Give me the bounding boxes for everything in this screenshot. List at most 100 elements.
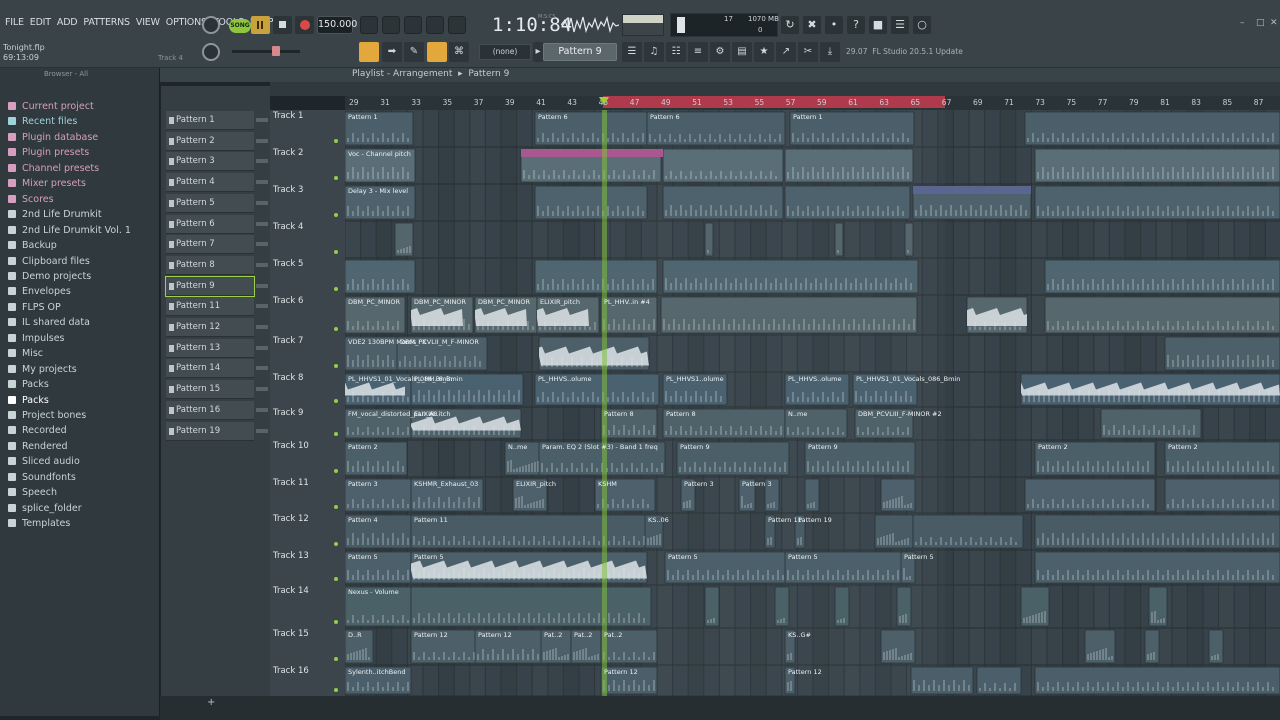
clip-label[interactable]: Voc - Channel pitch — [348, 150, 411, 158]
track-mute-led[interactable] — [334, 688, 338, 692]
picker-pattern-item[interactable]: Pattern 19 — [166, 421, 268, 441]
browser-item[interactable]: Rendered — [8, 441, 68, 452]
refresh-icon[interactable]: ↻ — [781, 16, 799, 34]
clip-label[interactable]: Pattern 3 — [348, 480, 378, 488]
clip-label[interactable]: Pattern 5 — [904, 553, 934, 561]
download-icon[interactable]: ⤓ — [820, 42, 840, 62]
pencil-tool-icon[interactable]: ✎ — [404, 42, 424, 62]
browser-item[interactable]: Recent files — [8, 116, 77, 127]
clip-label[interactable]: PL_HHVS..olume — [538, 375, 592, 383]
stamp-icon[interactable]: ⌘ — [449, 42, 469, 62]
picker-pattern-item[interactable]: Pattern 7 — [166, 235, 268, 255]
clip-label[interactable]: PL_HHVS1..olume — [666, 375, 724, 383]
pattern-clip[interactable] — [1024, 478, 1156, 512]
track-mute-led[interactable] — [334, 469, 338, 473]
browser-item[interactable]: IL shared data — [8, 317, 90, 328]
clip-label[interactable]: Pattern 12 — [414, 631, 448, 639]
pattern-clip[interactable] — [410, 586, 652, 627]
song-mode-toggle[interactable]: SONG — [229, 19, 251, 33]
browser-item[interactable]: Packs — [8, 379, 49, 390]
track-mute-led[interactable] — [334, 176, 338, 180]
pattern-clip[interactable] — [880, 629, 916, 664]
pattern-clip[interactable] — [834, 586, 850, 627]
track-mute-led[interactable] — [334, 287, 338, 291]
track-name[interactable]: Track 5 — [273, 259, 303, 269]
picker-pattern-item[interactable]: Pattern 2 — [166, 131, 268, 151]
clip-label[interactable]: DBM_PCVLIII_F-MINOR #2 — [858, 410, 942, 418]
clip-label[interactable]: D..R — [348, 631, 362, 639]
browser-item[interactable]: Clipboard files — [8, 256, 90, 267]
loop-region[interactable] — [603, 96, 945, 108]
browser-item[interactable]: Envelopes — [8, 286, 71, 297]
browser-item[interactable]: Recorded — [8, 425, 67, 436]
record-button[interactable] — [295, 16, 314, 34]
clip-label[interactable]: Pattern 2 — [1168, 443, 1198, 451]
clip-label[interactable]: PL_HHVS..olume — [788, 375, 842, 383]
track-name[interactable]: Track 10 — [273, 441, 309, 451]
clip-label[interactable]: Pattern 4 — [348, 516, 378, 524]
track-name[interactable]: Track 13 — [273, 551, 309, 561]
help-icon[interactable]: ? — [847, 16, 865, 34]
wait-input-icon[interactable] — [382, 16, 400, 34]
clip-label[interactable]: Pattern 12 — [788, 668, 822, 676]
browser-item[interactable]: Templates — [8, 518, 70, 529]
browser-item[interactable]: Backup — [8, 240, 57, 251]
track-mute-led[interactable] — [334, 432, 338, 436]
picker-pattern-item[interactable]: Pattern 13 — [166, 338, 268, 358]
clip-label[interactable]: Pattern 9 — [680, 443, 710, 451]
pattern-clip[interactable] — [880, 478, 916, 512]
browser-item[interactable]: Mixer presets — [8, 178, 86, 189]
clip-label[interactable]: PL_HHV..in #4 — [604, 298, 650, 306]
menu-edit[interactable]: EDIT — [27, 17, 54, 28]
pattern-selector[interactable]: Pattern 9 — [543, 43, 617, 61]
browser-icon[interactable]: ▤ — [732, 42, 752, 62]
picker-pattern-item[interactable]: Pattern 6 — [166, 214, 268, 234]
plugin-picker-icon[interactable]: ☰ — [891, 16, 909, 34]
pattern-clip[interactable] — [784, 148, 914, 183]
browser-item[interactable]: Demo projects — [8, 271, 91, 282]
clip-label[interactable]: Pattern 6 — [538, 113, 568, 121]
clip-label[interactable]: Pattern 5 — [668, 553, 698, 561]
track-name[interactable]: Track 14 — [273, 586, 309, 596]
pattern-clip[interactable] — [1144, 629, 1160, 664]
track-name[interactable]: Track 4 — [273, 222, 303, 232]
track-name[interactable]: Track 8 — [273, 373, 303, 383]
clips-canvas[interactable]: Pattern 1 Pattern 6 Pattern 6 Pattern 1 Voc … — [345, 110, 1280, 716]
clip-label[interactable]: ELIXIR_pitch — [540, 298, 580, 306]
menu-patterns[interactable]: PATTERNS — [80, 17, 132, 28]
plugin-icon[interactable]: ⚙ — [710, 42, 730, 62]
pattern-clip[interactable] — [704, 586, 720, 627]
step-edit-icon[interactable] — [426, 16, 444, 34]
clip-label[interactable]: Pattern 12 — [478, 631, 512, 639]
playlist-view-icon[interactable]: ☰ — [622, 42, 642, 62]
channel-rack-icon[interactable]: ☷ — [666, 42, 686, 62]
browser-item[interactable]: Scores — [8, 194, 54, 205]
track-name[interactable]: Track 2 — [273, 148, 303, 158]
menu-add[interactable]: ADD — [54, 17, 81, 28]
clip-label[interactable]: DBM_PC_MINOR — [348, 298, 401, 306]
browser-item[interactable]: 2nd Life Drumkit — [8, 209, 102, 220]
clip-label[interactable]: DBM_PC_MINOR — [414, 298, 467, 306]
track-name[interactable]: Track 16 — [273, 666, 309, 676]
news-ticker[interactable]: 29.07 FL Studio 20.5.1 Update — [846, 47, 963, 56]
play-button[interactable] — [251, 16, 270, 34]
snap-selector[interactable]: (none) — [479, 44, 531, 60]
clip-label[interactable]: ELIXIR..itch — [414, 410, 450, 418]
browser-item[interactable]: splice_folder — [8, 503, 82, 514]
mixer-icon[interactable]: ≡ — [688, 42, 708, 62]
clip-label[interactable]: PL_HHVS1_01_Vocals_086_Bmin — [856, 375, 960, 383]
pattern-clip[interactable] — [1044, 296, 1280, 334]
track-mute-led[interactable] — [334, 657, 338, 661]
browser-item[interactable]: Plugin presets — [8, 147, 89, 158]
clip-label[interactable]: Pattern 11 — [414, 516, 448, 524]
picker-pattern-item[interactable]: Pattern 11 — [166, 297, 268, 317]
track-name[interactable]: Track 6 — [273, 296, 303, 306]
track-mute-led[interactable] — [334, 505, 338, 509]
pattern-clip[interactable] — [976, 666, 1022, 695]
clip-label[interactable]: Pattern 5 — [414, 553, 444, 561]
slider-handle[interactable] — [272, 46, 280, 56]
typing-keyboard-icon[interactable]: ✖ — [803, 16, 821, 34]
browser-item[interactable]: FLPS OP — [8, 302, 61, 313]
pattern-clip[interactable] — [912, 514, 1024, 549]
playlist-tool-icon[interactable] — [359, 42, 379, 62]
